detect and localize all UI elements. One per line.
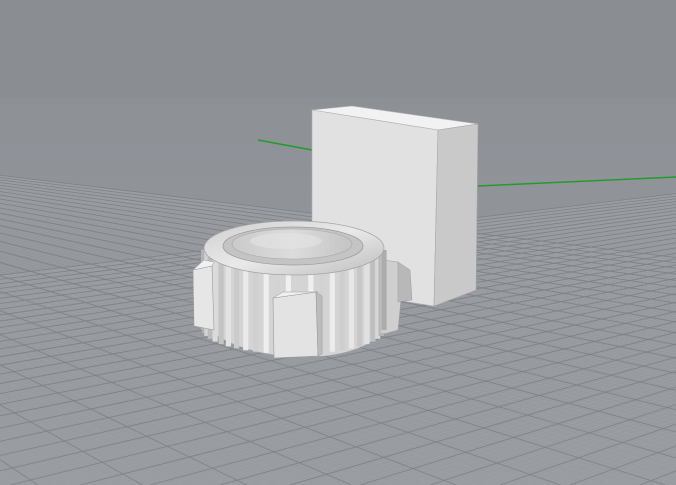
- box-side-face: [433, 123, 479, 307]
- gear-tab-front: [272, 291, 319, 359]
- gear-tab-left: [192, 265, 215, 331]
- gear-tooth: [218, 253, 224, 345]
- scene-svg: [0, 0, 676, 485]
- gear-tooth: [370, 252, 376, 342]
- gear-disc-highlight: [250, 233, 322, 249]
- sky-area: [0, 0, 676, 98]
- gear-tooth: [364, 253, 370, 345]
- gear-object[interactable]: [192, 220, 413, 359]
- perspective-viewport[interactable]: [0, 0, 676, 485]
- gear-tooth: [381, 250, 387, 330]
- gear-tooth: [225, 254, 231, 347]
- gear-tooth: [357, 254, 363, 347]
